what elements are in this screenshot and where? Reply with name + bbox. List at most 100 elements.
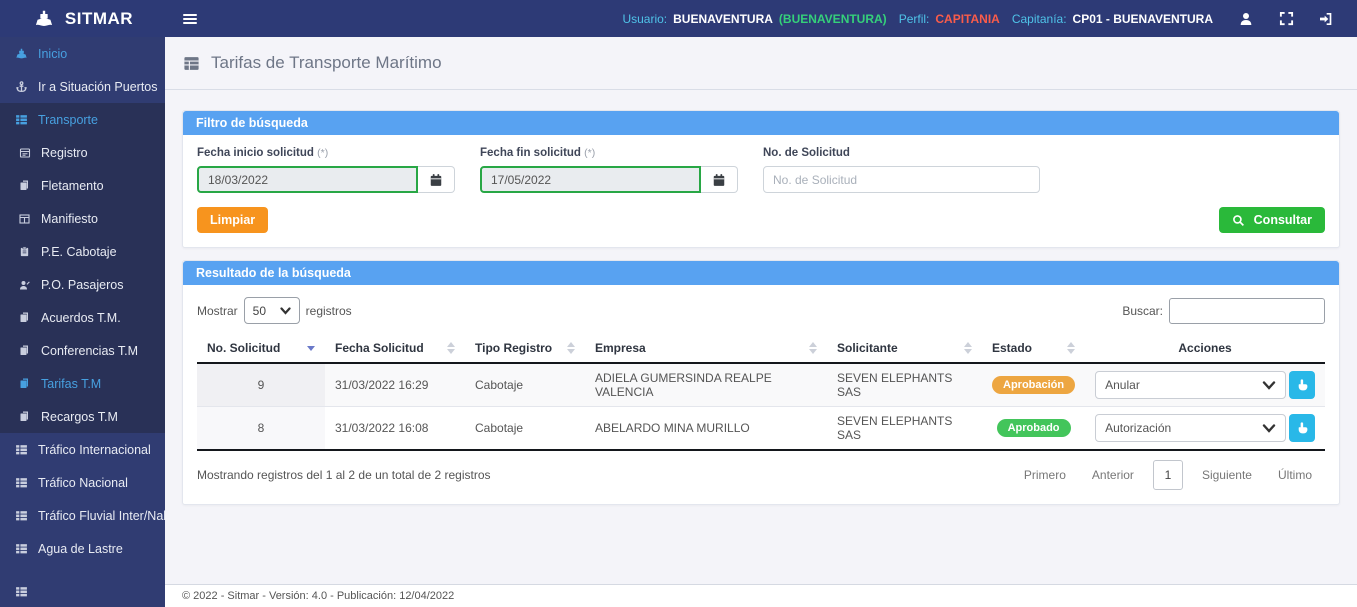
user-label: Usuario: [622, 11, 668, 26]
sidebar-item-label: Tarifas T.M [41, 376, 102, 391]
pagination-last[interactable]: Último [1265, 462, 1325, 488]
capitania-label: Capitanía: [1011, 11, 1067, 26]
col-acciones: Acciones [1085, 334, 1325, 364]
fecha-fin-label: Fecha fin solicitud (*) [480, 147, 596, 159]
sidebar-item-label: Transporte [38, 112, 98, 127]
sidebar-item-fletamento[interactable]: Fletamento [0, 169, 165, 202]
sidebar-item-ir-a-situacion-puertos[interactable]: Ir a Situación Puertos [0, 70, 165, 103]
perfil-value: CAPITANIA [935, 11, 1000, 26]
filter-panel-header: Filtro de búsqueda [183, 111, 1339, 135]
calendar-icon[interactable] [701, 166, 738, 193]
page-header: Tarifas de Transporte Marítimo [165, 37, 1357, 90]
sidebar-item-label: Manifiesto [41, 211, 98, 226]
page-title: Tarifas de Transporte Marítimo [211, 53, 442, 72]
limpiar-button[interactable]: Limpiar [197, 207, 269, 233]
list-table-icon [14, 476, 29, 489]
pagination-first[interactable]: Primero [1011, 462, 1079, 488]
cell-empresa: ABELARDO MINA MURILLO [585, 406, 827, 451]
table-row: 9 31/03/2022 16:29 Cabotaje ADIELA GUMER… [197, 363, 1325, 407]
sidebar-item-po-pasajeros[interactable]: P.O. Pasajeros [0, 268, 165, 301]
required-mark: (*) [317, 147, 329, 159]
sidebar-item-label: P.E. Cabotaje [41, 244, 117, 259]
sidebar-toggle-icon[interactable] [177, 8, 203, 30]
list-table-icon [14, 509, 29, 522]
col-no-solicitud[interactable]: No. Solicitud [197, 334, 325, 364]
copy-icon [17, 377, 32, 390]
sidebar-item-acuerdos-tm[interactable]: Acuerdos T.M. [0, 301, 165, 334]
calendar-icon[interactable] [418, 166, 455, 193]
sidebar-submenu-transporte: Transporte Registro Fletamento Manifiest… [0, 103, 165, 433]
sidebar-item-trafico-fluvial[interactable]: Tráfico Fluvial Inter/Nal [0, 499, 165, 532]
col-tipo-registro[interactable]: Tipo Registro [465, 334, 585, 364]
brand[interactable]: SITMAR [0, 8, 165, 30]
cell-tipo: Cabotaje [465, 406, 585, 451]
table-row: 8 31/03/2022 16:08 Cabotaje ABELARDO MIN… [197, 406, 1325, 451]
fecha-inicio-input[interactable] [197, 166, 418, 193]
cell-no-solicitud: 8 [197, 406, 325, 451]
sidebar-item-transporte[interactable]: Transporte [0, 103, 165, 136]
sidebar-item-trafico-nacional[interactable]: Tráfico Nacional [0, 466, 165, 499]
sidebar-item-conferencias-tm[interactable]: Conferencias T.M [0, 334, 165, 367]
page-size-select[interactable]: 50 [243, 297, 300, 324]
fullscreen-icon[interactable] [1269, 7, 1303, 31]
sidebar-item-trafico-internacional[interactable]: Tráfico Internacional [0, 433, 165, 466]
sort-icons [1057, 342, 1076, 354]
sidebar-item-recargos-tm[interactable]: Recargos T.M [0, 400, 165, 433]
footer: © 2022 - Sitmar - Versión: 4.0 - Publica… [165, 584, 1357, 607]
ejecutar-accion-button[interactable] [1289, 414, 1315, 442]
col-empresa[interactable]: Empresa [585, 334, 827, 364]
cell-solicitante: SEVEN ELEPHANTS SAS [827, 406, 982, 451]
pagination-next[interactable]: Siguiente [1189, 462, 1265, 488]
logout-icon[interactable] [1309, 7, 1343, 31]
list-table-icon [14, 113, 29, 126]
col-estado[interactable]: Estado [982, 334, 1086, 364]
user-icon [17, 279, 32, 291]
cell-empresa: ADIELA GUMERSINDA REALPE VALENCIA [585, 363, 827, 407]
ejecutar-accion-button[interactable] [1289, 371, 1315, 399]
list-table-icon [14, 542, 29, 555]
copy-icon [17, 311, 32, 324]
status-badge: Aprobado [996, 419, 1071, 437]
ship-logo-icon [32, 8, 56, 30]
results-panel-header: Resultado de la búsqueda [183, 261, 1339, 285]
user-profile-icon[interactable] [1229, 7, 1263, 31]
sidebar-item-tarifas-tm[interactable]: Tarifas T.M [0, 367, 165, 400]
registros-label: registros [305, 303, 352, 318]
buscar-input[interactable] [1169, 297, 1325, 324]
sidebar-item-label: Fletamento [41, 178, 104, 193]
fecha-inicio-label: Fecha inicio solicitud (*) [197, 147, 329, 159]
sidebar-item-registro[interactable]: Registro [0, 136, 165, 169]
sort-icons [954, 342, 972, 354]
sidebar-item-label: Agua de Lastre [38, 541, 123, 556]
sidebar-item-agua-de-lastre[interactable]: Agua de Lastre [0, 532, 165, 565]
sidebar-item-label: P.O. Pasajeros [41, 277, 124, 292]
pagination: Primero Anterior 1 Siguiente Último [1011, 460, 1325, 490]
user-value: BUENAVENTURA [673, 11, 773, 26]
accion-select[interactable]: Anular [1095, 371, 1286, 399]
consultar-button[interactable]: Consultar [1218, 207, 1325, 233]
cell-tipo: Cabotaje [465, 363, 585, 407]
anchor-icon [14, 80, 29, 94]
copy-icon [17, 179, 32, 192]
no-solicitud-input[interactable] [763, 166, 1040, 193]
sidebar-item-inicio[interactable]: Inicio [0, 37, 165, 70]
sidebar-item-partial[interactable] [0, 575, 165, 607]
capitania-value: CP01 - BUENAVENTURA [1072, 11, 1213, 26]
table-title-icon [182, 55, 201, 72]
accion-select[interactable]: Autorización [1095, 414, 1286, 442]
col-fecha-solicitud[interactable]: Fecha Solicitud [325, 334, 465, 364]
mostrar-label: Mostrar [197, 303, 238, 318]
cell-no-solicitud: 9 [197, 363, 325, 407]
pagination-current-page[interactable]: 1 [1152, 460, 1183, 490]
hand-pointer-icon [1296, 421, 1309, 435]
sort-icons [437, 342, 455, 354]
pagination-prev[interactable]: Anterior [1079, 462, 1147, 488]
col-solicitante[interactable]: Solicitante [827, 334, 982, 364]
required-mark: (*) [584, 147, 596, 159]
sidebar-item-manifiesto[interactable]: Manifiesto [0, 202, 165, 235]
fecha-fin-input[interactable] [480, 166, 701, 193]
ship-icon [14, 47, 29, 61]
sort-icons [557, 342, 575, 354]
sidebar-item-pe-cabotaje[interactable]: P.E. Cabotaje [0, 235, 165, 268]
clipboard-icon [17, 245, 32, 258]
